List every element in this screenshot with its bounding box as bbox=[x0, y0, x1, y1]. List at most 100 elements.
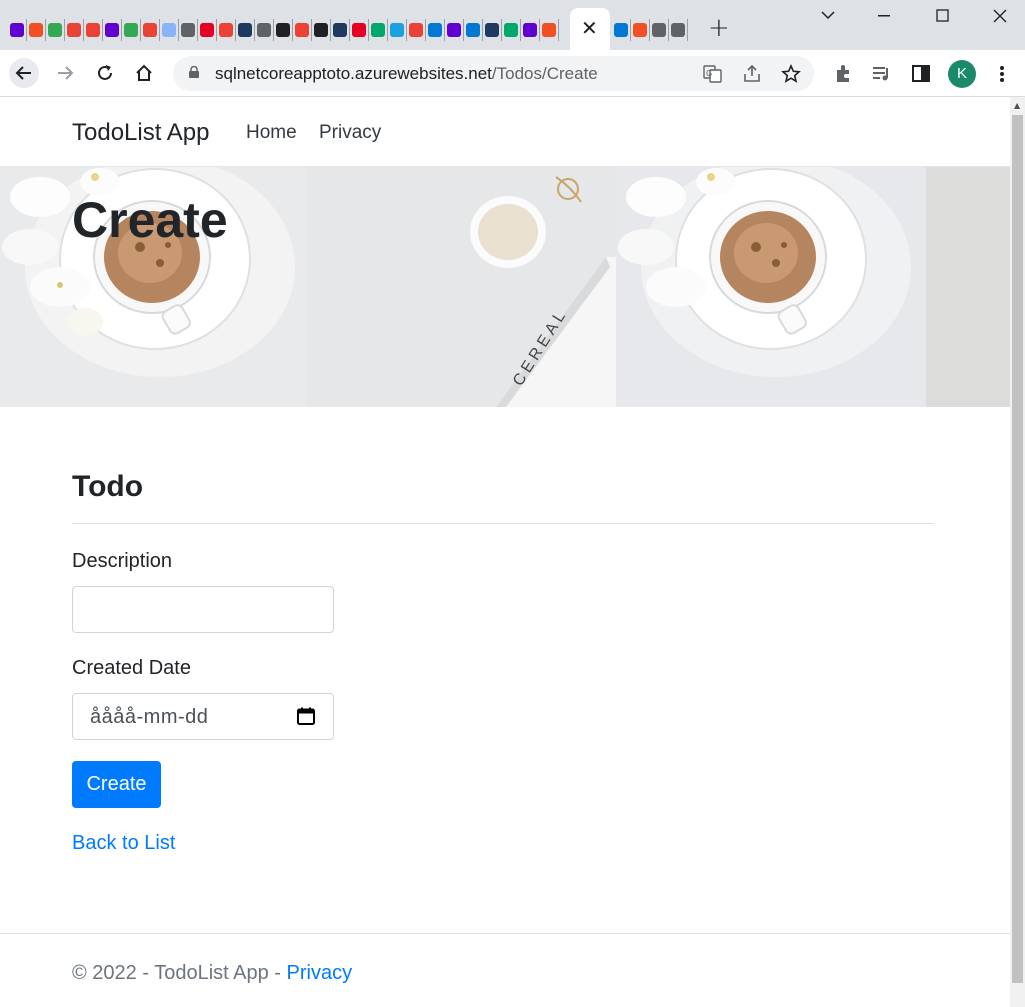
bookmark-star-icon[interactable] bbox=[781, 64, 801, 84]
profile-avatar[interactable]: K bbox=[948, 60, 976, 88]
tab-search-icon[interactable] bbox=[820, 9, 836, 21]
footer-privacy-link[interactable]: Privacy bbox=[287, 962, 353, 984]
browser-tab-26[interactable] bbox=[502, 19, 521, 41]
scroll-up-arrow-icon[interactable]: ▲ bbox=[1014, 101, 1020, 110]
browser-tab-17[interactable] bbox=[331, 19, 350, 41]
copyright-text: © 2022 - TodoList App - bbox=[72, 962, 287, 984]
favicon-icon bbox=[390, 23, 404, 37]
address-bar[interactable]: sqlnetcoreapptoto.azurewebsites.net/Todo… bbox=[173, 56, 814, 91]
media-control-icon[interactable] bbox=[871, 64, 893, 84]
favicon-icon bbox=[333, 23, 347, 37]
browser-tabstrip: ✕ + bbox=[0, 0, 1025, 50]
browser-tab-4[interactable] bbox=[84, 19, 103, 41]
back-button[interactable] bbox=[9, 58, 39, 88]
browser-tab-9[interactable] bbox=[179, 19, 198, 41]
translate-icon[interactable]: G bbox=[703, 65, 723, 83]
favicon-icon bbox=[447, 23, 461, 37]
browser-tab-7[interactable] bbox=[141, 19, 160, 41]
calendar-icon[interactable] bbox=[297, 707, 315, 725]
menu-kebab-icon[interactable] bbox=[999, 65, 1005, 83]
forward-arrow-icon bbox=[58, 66, 74, 80]
favicon-icon bbox=[485, 23, 499, 37]
maximize-icon[interactable] bbox=[936, 9, 950, 23]
browser-tab-27[interactable] bbox=[521, 19, 540, 41]
favicon-icon bbox=[29, 23, 43, 37]
browser-right-tab-1[interactable] bbox=[631, 19, 650, 41]
browser-tab-25[interactable] bbox=[483, 19, 502, 41]
close-window-icon[interactable] bbox=[993, 9, 1007, 23]
minimize-icon[interactable] bbox=[878, 15, 892, 17]
app-navbar: TodoList App Home Privacy bbox=[0, 97, 1010, 167]
favicon-icon bbox=[162, 23, 176, 37]
favicon-icon bbox=[542, 23, 556, 37]
home-icon bbox=[136, 64, 152, 81]
browser-tab-18[interactable] bbox=[350, 19, 369, 41]
active-tab[interactable]: ✕ bbox=[570, 8, 610, 50]
favicon-icon bbox=[671, 23, 685, 37]
browser-tab-23[interactable] bbox=[445, 19, 464, 41]
scrollbar-thumb[interactable] bbox=[1012, 115, 1023, 983]
create-button[interactable]: Create bbox=[72, 761, 161, 808]
page-scrollbar[interactable]: ▲ bbox=[1010, 97, 1025, 1007]
browser-tab-5[interactable] bbox=[103, 19, 122, 41]
browser-tab-11[interactable] bbox=[217, 19, 236, 41]
page-footer: © 2022 - TodoList App - Privacy bbox=[0, 933, 1010, 1007]
browser-tab-10[interactable] bbox=[198, 19, 217, 41]
favicon-icon bbox=[652, 23, 666, 37]
browser-tab-6[interactable] bbox=[122, 19, 141, 41]
browser-tab-21[interactable] bbox=[407, 19, 426, 41]
browser-tab-24[interactable] bbox=[464, 19, 483, 41]
favicon-icon bbox=[124, 23, 138, 37]
browser-tab-28[interactable] bbox=[540, 19, 559, 41]
reload-button[interactable] bbox=[90, 58, 120, 88]
favicon-icon bbox=[10, 23, 24, 37]
browser-tab-16[interactable] bbox=[312, 19, 331, 41]
coffee-cup-image-2 bbox=[616, 167, 926, 407]
favicon-icon bbox=[371, 23, 385, 37]
browser-right-tab-2[interactable] bbox=[650, 19, 669, 41]
browser-tab-8[interactable] bbox=[160, 19, 179, 41]
favicon-icon bbox=[295, 23, 309, 37]
browser-tab-1[interactable] bbox=[27, 19, 46, 41]
favicon-icon bbox=[200, 23, 214, 37]
browser-tab-12[interactable] bbox=[236, 19, 255, 41]
favicon-icon bbox=[219, 23, 233, 37]
favicon-icon bbox=[614, 23, 628, 37]
section-divider bbox=[72, 523, 934, 524]
browser-right-tab-3[interactable] bbox=[669, 19, 688, 41]
back-to-list-link[interactable]: Back to List bbox=[72, 832, 175, 855]
browser-tab-14[interactable] bbox=[274, 19, 293, 41]
browser-tab-20[interactable] bbox=[388, 19, 407, 41]
footer-text: © 2022 - TodoList App - Privacy bbox=[72, 962, 352, 985]
browser-tab-0[interactable] bbox=[8, 19, 27, 41]
browser-tab-19[interactable] bbox=[369, 19, 388, 41]
extensions-icon[interactable] bbox=[833, 64, 853, 84]
web-page: TodoList App Home Privacy CEREAL Create … bbox=[0, 97, 1010, 1007]
close-tab-icon[interactable]: ✕ bbox=[581, 18, 598, 38]
favicon-icon bbox=[257, 23, 271, 37]
lock-icon[interactable] bbox=[189, 66, 199, 78]
side-panel-icon[interactable] bbox=[912, 65, 932, 83]
favicon-icon bbox=[48, 23, 62, 37]
description-input[interactable] bbox=[72, 586, 334, 633]
forward-button[interactable] bbox=[50, 58, 80, 88]
nav-home-link[interactable]: Home bbox=[246, 122, 297, 144]
browser-tab-22[interactable] bbox=[426, 19, 445, 41]
browser-right-tab-0[interactable] bbox=[612, 19, 631, 41]
browser-tab-3[interactable] bbox=[65, 19, 84, 41]
browser-tab-15[interactable] bbox=[293, 19, 312, 41]
hero-panel-partial bbox=[926, 167, 1010, 407]
tab-list-right bbox=[612, 19, 688, 41]
browser-tab-13[interactable] bbox=[255, 19, 274, 41]
description-label: Description bbox=[72, 550, 173, 572]
new-tab-button[interactable]: + bbox=[708, 15, 730, 41]
favicon-icon bbox=[181, 23, 195, 37]
home-button[interactable] bbox=[129, 58, 159, 88]
favicon-icon bbox=[428, 23, 442, 37]
share-icon[interactable] bbox=[742, 64, 762, 84]
brand-link[interactable]: TodoList App bbox=[72, 119, 209, 147]
url-text[interactable]: sqlnetcoreapptoto.azurewebsites.net/Todo… bbox=[215, 64, 598, 84]
nav-privacy-link[interactable]: Privacy bbox=[319, 122, 381, 144]
browser-tab-2[interactable] bbox=[46, 19, 65, 41]
created-date-input[interactable]: åååå-mm-dd bbox=[72, 693, 334, 740]
